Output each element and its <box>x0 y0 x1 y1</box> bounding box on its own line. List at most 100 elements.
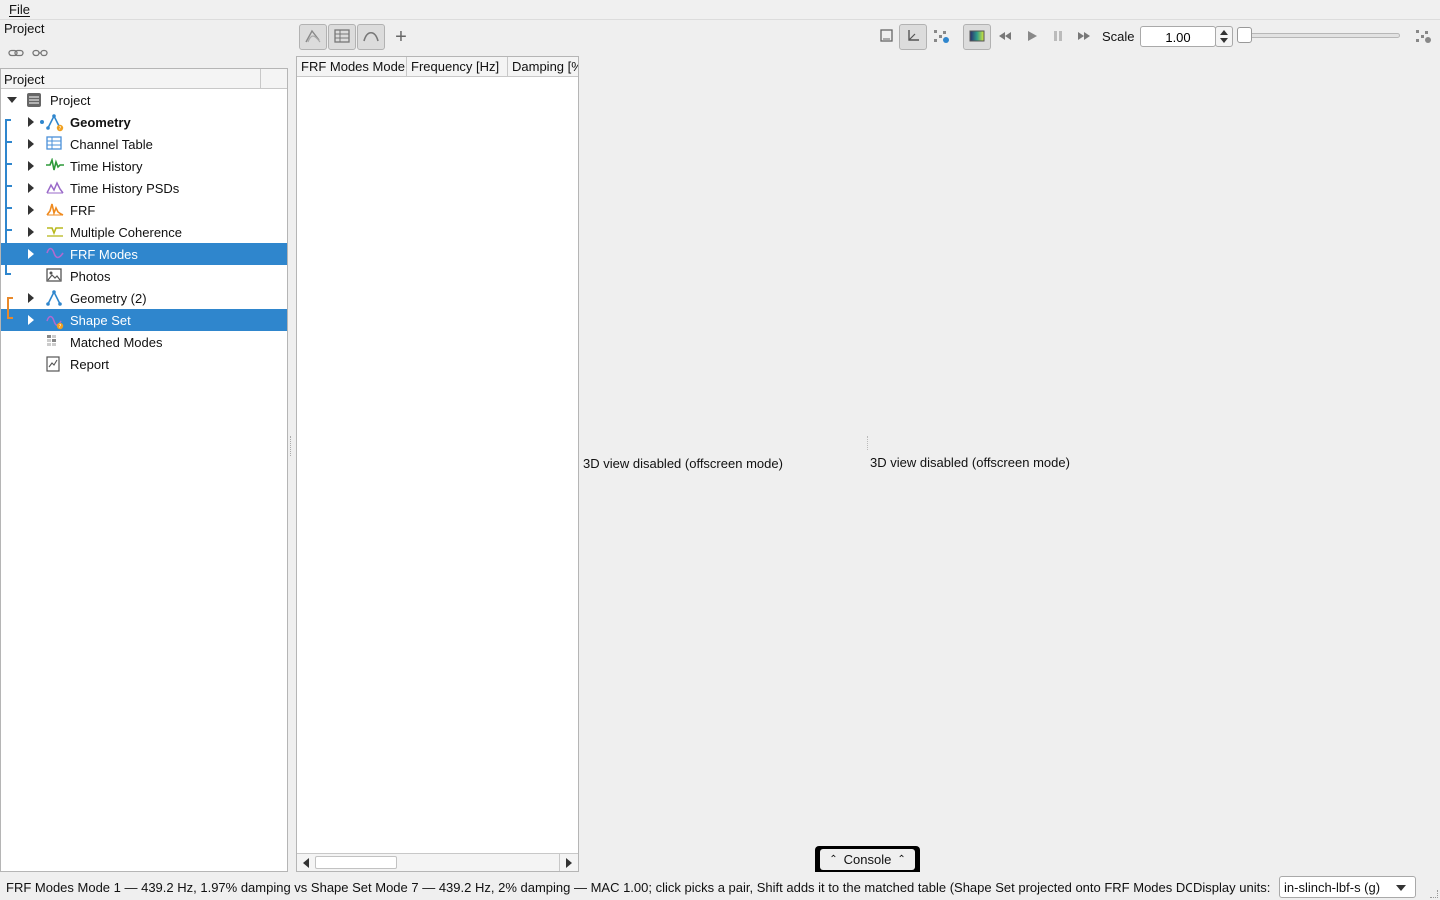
expand-arrow-icon[interactable] <box>28 205 34 215</box>
tree-header-separator[interactable] <box>260 69 261 89</box>
project-tree: Project Project ? Geometry Channel Table… <box>0 68 288 872</box>
tree-item-label: Time History <box>70 159 143 174</box>
project-icon <box>26 92 44 108</box>
geometry-icon <box>46 290 64 306</box>
tree-item-multiple-coherence[interactable]: Multiple Coherence <box>1 221 287 243</box>
tree-item-report[interactable]: Report <box>1 353 287 375</box>
viewport-divider[interactable] <box>867 436 868 450</box>
tree-item-geometry-2[interactable]: Geometry (2) <box>1 287 287 309</box>
expand-arrow-icon[interactable] <box>28 227 34 237</box>
horizontal-scrollbar[interactable] <box>297 853 578 871</box>
pause-icon[interactable] <box>1050 28 1068 46</box>
unlink-icon[interactable] <box>32 46 48 57</box>
arc-view-button[interactable] <box>357 24 385 50</box>
coherence-icon <box>46 224 64 240</box>
caret-up-icon: ⌃ <box>829 854 838 865</box>
expand-arrow-icon[interactable] <box>28 315 34 325</box>
scroll-separator <box>559 854 560 871</box>
report-icon <box>46 356 64 372</box>
collapse-arrow-icon[interactable] <box>7 97 17 103</box>
matched-modes-icon <box>46 334 64 350</box>
tree-item-label: Geometry (2) <box>70 291 147 306</box>
scroll-thumb[interactable] <box>315 856 397 869</box>
add-view-button[interactable]: + <box>391 26 411 48</box>
expand-arrow-icon[interactable] <box>28 139 34 149</box>
psd-icon <box>46 180 64 196</box>
tree-header[interactable]: Project <box>1 69 287 89</box>
status-bar: FRF Modes Mode 1 — 439.2 Hz, 1.97% dampi… <box>0 874 1440 900</box>
scale-slider-thumb[interactable] <box>1237 27 1252 43</box>
console-toggle[interactable]: ⌃ Console ⌃ <box>820 849 915 870</box>
tree-item-frf-modes[interactable]: FRF Modes <box>1 243 287 265</box>
tree-item-geometry[interactable]: ? Geometry <box>1 111 287 133</box>
tree-item-label: Shape Set <box>70 313 131 328</box>
tree-item-shape-set[interactable]: ? Shape Set <box>1 309 287 331</box>
tree-item-label: Photos <box>70 269 111 284</box>
console-label: Console <box>843 852 892 867</box>
tree-item-label: FRF Modes <box>70 247 138 262</box>
tree-item-frf[interactable]: FRF <box>1 199 287 221</box>
column-header-frequency[interactable]: Frequency [Hz] <box>407 57 508 76</box>
time-history-icon <box>46 157 64 174</box>
table-icon <box>46 136 64 152</box>
expand-arrow-icon[interactable] <box>28 117 34 127</box>
scale-stepper[interactable] <box>1215 26 1233 47</box>
scale-slider[interactable] <box>1240 33 1400 38</box>
colormap-icon[interactable] <box>969 28 987 46</box>
layout-icon[interactable] <box>1414 28 1432 46</box>
single-view-icon[interactable] <box>879 28 897 46</box>
frf-modes-icon <box>46 246 64 262</box>
display-units-select[interactable]: in-slinch-lbf-s (g) <box>1279 876 1416 898</box>
link-tick <box>7 251 12 253</box>
mode-shape-button[interactable] <box>299 24 327 50</box>
scale-label: Scale <box>1102 29 1135 44</box>
rewind-icon[interactable] <box>997 28 1015 46</box>
menu-bar: File <box>0 0 1440 20</box>
shape-set-icon: ? <box>46 312 64 330</box>
fast-forward-icon[interactable] <box>1076 28 1094 46</box>
play-icon[interactable] <box>1024 28 1042 46</box>
tree-item-label: Channel Table <box>70 137 153 152</box>
scatter-icon[interactable] <box>932 28 950 46</box>
view-toolbar <box>299 24 386 50</box>
menu-file[interactable]: File <box>9 2 30 17</box>
expand-arrow-icon[interactable] <box>28 183 34 193</box>
tree-item-channel-table[interactable]: Channel Table <box>1 133 287 155</box>
column-header-damping[interactable]: Damping [% <box>508 57 578 76</box>
tree-item-label: Multiple Coherence <box>70 225 183 240</box>
link-icon[interactable] <box>8 46 24 57</box>
resize-grip-icon[interactable] <box>1430 890 1438 898</box>
display-units-value: in-slinch-lbf-s (g) <box>1284 880 1381 895</box>
tree-item-matched-modes[interactable]: Matched Modes <box>1 331 287 353</box>
modes-table: FRF Modes Mode Frequency [Hz] Damping [% <box>296 56 579 872</box>
caret-up-icon: ⌃ <box>897 854 906 865</box>
expand-arrow-icon[interactable] <box>28 293 34 303</box>
console-tab[interactable]: ⌃ Console ⌃ <box>815 846 920 872</box>
right-viewport-message: 3D view disabled (offscreen mode) <box>870 455 1070 470</box>
link-toolbar <box>8 46 48 57</box>
link-group-bracket-orange <box>7 297 13 319</box>
column-header-mode[interactable]: FRF Modes Mode <box>297 57 407 76</box>
spin-down-icon[interactable] <box>1220 38 1228 43</box>
scale-input[interactable] <box>1140 26 1216 47</box>
tree-item-photos[interactable]: Photos <box>1 265 287 287</box>
tree-item-label: Time History PSDs <box>70 181 180 196</box>
active-dot-icon <box>40 120 44 124</box>
axes-icon[interactable] <box>905 28 923 46</box>
link-tick <box>7 185 12 187</box>
table-view-button[interactable] <box>328 24 356 50</box>
geometry-icon: ? <box>46 114 64 132</box>
tree-header-label: Project <box>4 72 45 87</box>
spin-up-icon[interactable] <box>1220 30 1228 35</box>
scroll-right-icon[interactable] <box>566 858 572 868</box>
expand-arrow-icon[interactable] <box>28 249 34 259</box>
panel-splitter[interactable] <box>290 436 293 456</box>
link-tick <box>7 229 12 231</box>
frf-icon <box>46 202 64 218</box>
tree-item-time-history[interactable]: Time History <box>1 155 287 177</box>
tree-item-project[interactable]: Project <box>1 89 287 111</box>
tree-item-time-history-psds[interactable]: Time History PSDs <box>1 177 287 199</box>
expand-arrow-icon[interactable] <box>28 161 34 171</box>
scroll-left-icon[interactable] <box>303 858 309 868</box>
status-message: FRF Modes Mode 1 — 439.2 Hz, 1.97% dampi… <box>6 880 1192 895</box>
